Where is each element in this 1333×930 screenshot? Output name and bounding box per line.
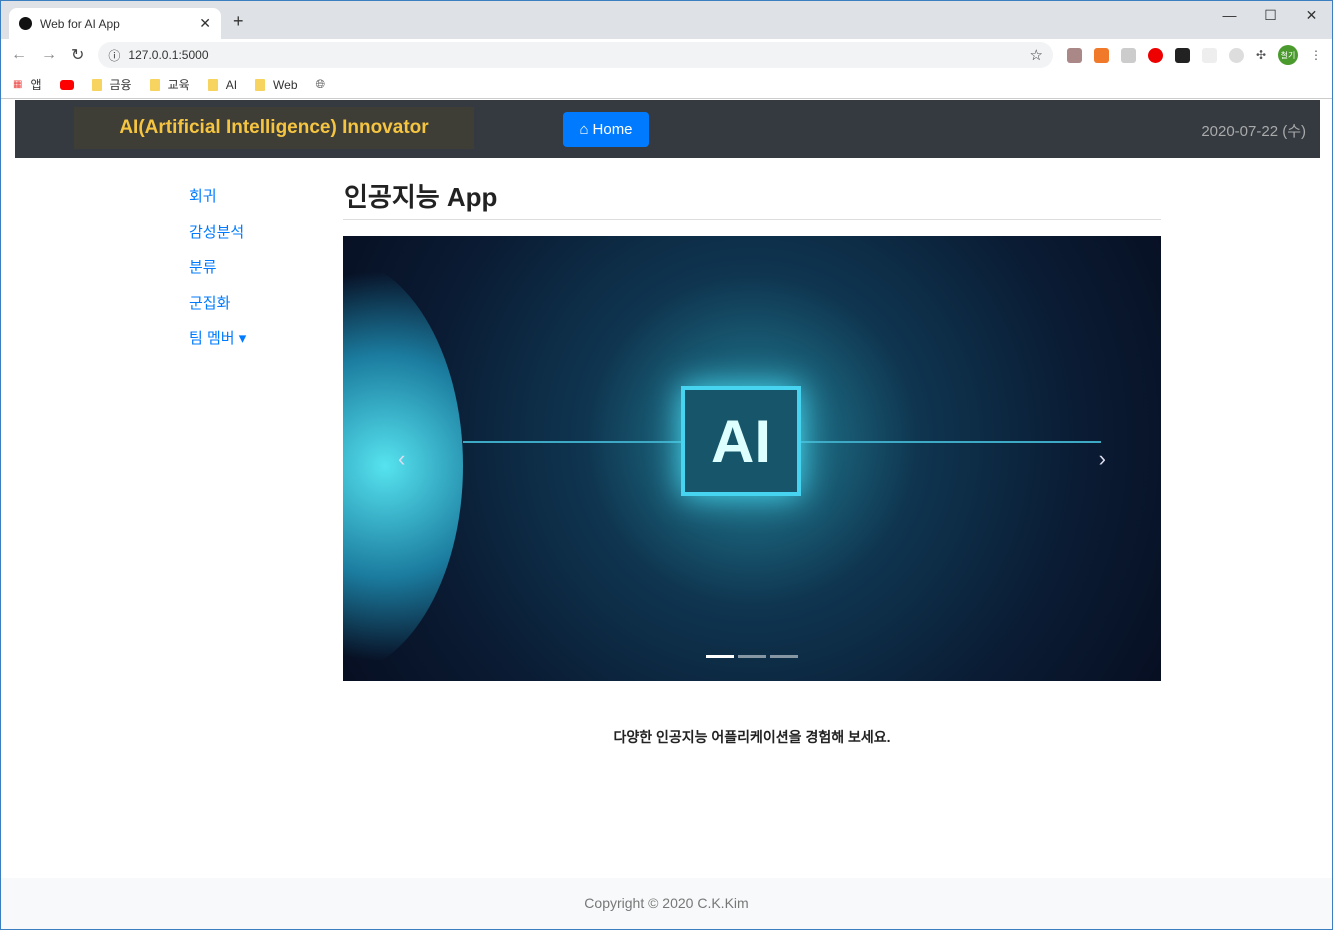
carousel-indicator[interactable]	[706, 655, 734, 658]
screen-extension-icon[interactable]	[1120, 47, 1136, 63]
react-extension-icon[interactable]	[1201, 47, 1217, 63]
sidebar-item-clustering[interactable]: 군집화	[189, 292, 246, 328]
bookmark-label: AI	[225, 77, 238, 92]
carousel-next-icon[interactable]: ›	[1099, 446, 1106, 472]
bookmark-globe[interactable]: 🌐︎	[316, 77, 326, 92]
browser-toolbar: ← → ↻ ⓘ 127.0.0.1:5000 ☆ ✣ 철기 ⋮	[1, 39, 1332, 71]
pdf-extension-icon[interactable]	[1066, 47, 1082, 63]
page-title: 인공지능 App	[344, 182, 498, 212]
bookmark-label: 금융	[109, 78, 132, 92]
new-tab-icon[interactable]: +	[233, 11, 244, 32]
reload-icon[interactable]: ↻	[71, 45, 84, 65]
extensions-puzzle-icon[interactable]: ✣	[1256, 48, 1266, 62]
ai-chip-graphic: AI	[681, 386, 801, 496]
bookmark-folder[interactable]: AI	[207, 77, 238, 92]
brand[interactable]: AI(Artificial Intelligence) Innovator	[74, 107, 474, 149]
sidebar-item-sentiment[interactable]: 감성분석	[189, 221, 246, 257]
terminal-extension-icon[interactable]	[1174, 47, 1190, 63]
home-button[interactable]: ⌂ Home	[563, 112, 649, 147]
footer: Copyright © 2020 C.K.Kim	[1, 878, 1332, 929]
sidebar-item-regression[interactable]: 회귀	[189, 185, 246, 221]
bookmark-folder[interactable]: Web	[255, 77, 298, 92]
address-bar[interactable]: ⓘ 127.0.0.1:5000 ☆	[98, 42, 1053, 68]
carousel[interactable]: AI ‹ ›	[343, 236, 1161, 681]
carousel-indicator[interactable]	[770, 655, 798, 658]
star-icon[interactable]: ☆	[1029, 46, 1042, 64]
sidebar: 회귀 감성분석 분류 군집화 팀 멤버 ▾	[189, 185, 246, 363]
bookmark-folder[interactable]: 교육	[149, 76, 190, 93]
info-icon: ⓘ	[108, 48, 121, 63]
bookmarks-bar: ▦ 앱 금융 교육 AI Web 🌐︎	[1, 71, 1332, 99]
caption: 다양한 인공지능 어플리케이션을 경험해 보세요.	[613, 729, 891, 745]
bookmark-label: 앱	[30, 78, 42, 92]
forward-icon[interactable]: →	[41, 46, 57, 64]
ex-extension-icon[interactable]	[1093, 47, 1109, 63]
maximize-icon[interactable]: ☐	[1250, 1, 1291, 29]
sidebar-item-team-dropdown[interactable]: 팀 멤버 ▾	[189, 327, 246, 363]
folder-icon	[255, 78, 266, 91]
home-label: Home	[592, 121, 633, 138]
bookmark-youtube[interactable]	[59, 79, 74, 90]
back-icon[interactable]: ←	[11, 46, 27, 64]
url-text: 127.0.0.1:5000	[128, 48, 209, 62]
youtube-icon	[59, 79, 74, 90]
home-icon: ⌂	[579, 121, 589, 138]
divider	[343, 219, 1161, 220]
folder-icon	[91, 78, 102, 91]
carousel-indicators	[706, 655, 798, 658]
tab-title: Web for AI App	[40, 16, 120, 31]
profile-avatar[interactable]: 철기	[1278, 45, 1298, 65]
target-extension-icon[interactable]	[1228, 47, 1244, 63]
current-date: 2020-07-22 (수)	[1201, 123, 1306, 140]
close-window-icon[interactable]: ✕	[1291, 1, 1332, 29]
tab-bar: Web for AI App ✕ + — ☐ ✕	[1, 1, 1332, 39]
favicon-icon	[19, 17, 32, 30]
navbar: AI(Artificial Intelligence) Innovator ⌂ H…	[15, 100, 1320, 158]
bookmark-folder[interactable]: 금융	[91, 76, 132, 93]
sidebar-item-classification[interactable]: 분류	[189, 256, 246, 292]
bookmark-apps[interactable]: ▦ 앱	[13, 76, 42, 93]
globe-icon: 🌐︎	[315, 77, 326, 91]
close-tab-icon[interactable]: ✕	[199, 15, 211, 32]
carousel-indicator[interactable]	[738, 655, 766, 658]
circuit-trace	[801, 441, 1101, 443]
circuit-trace	[463, 441, 681, 443]
adblock-extension-icon[interactable]	[1147, 47, 1163, 63]
bookmark-label: Web	[273, 77, 298, 92]
apps-grid-icon: ▦	[13, 79, 23, 90]
folder-icon	[149, 78, 160, 91]
minimize-icon[interactable]: —	[1209, 1, 1250, 29]
menu-kebab-icon[interactable]: ⋮	[1310, 48, 1322, 62]
carousel-prev-icon[interactable]: ‹	[398, 446, 405, 472]
browser-tab[interactable]: Web for AI App ✕	[9, 8, 221, 39]
folder-icon	[207, 78, 218, 91]
bookmark-label: 교육	[167, 78, 190, 92]
